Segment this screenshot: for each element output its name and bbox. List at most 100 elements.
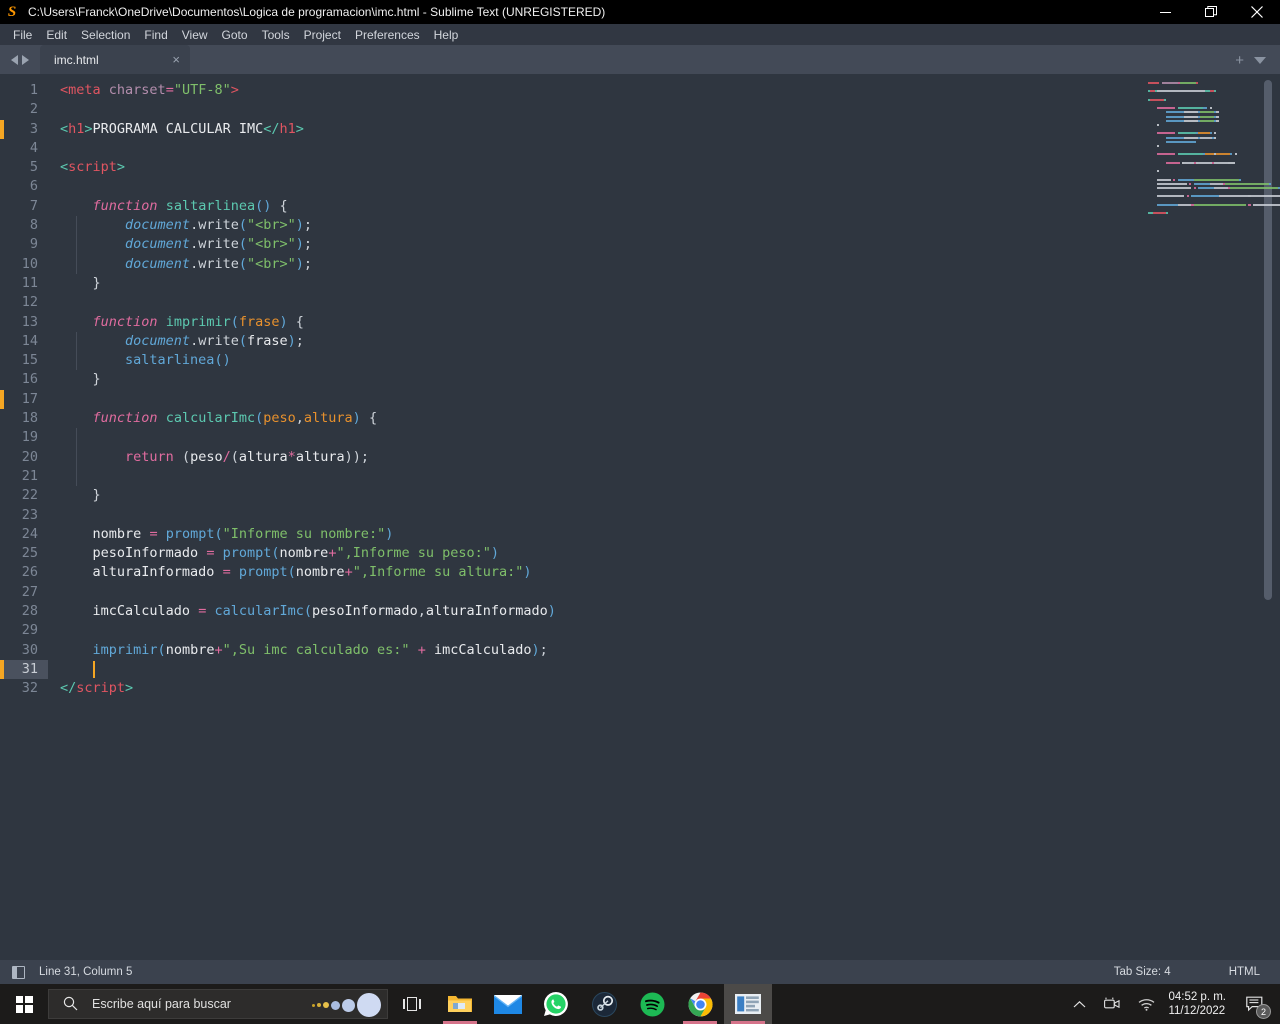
minimap-token bbox=[1230, 153, 1233, 156]
token-ws bbox=[60, 526, 93, 542]
taskbar-app-file-explorer[interactable] bbox=[436, 984, 484, 1024]
code-line[interactable]: } bbox=[48, 486, 1140, 505]
token-var: nombre bbox=[165, 641, 215, 658]
code-line[interactable] bbox=[48, 177, 1140, 196]
chevron-right-icon[interactable] bbox=[22, 54, 29, 65]
new-tab-button[interactable]: + bbox=[1235, 53, 1244, 68]
minimap-token bbox=[1177, 203, 1192, 206]
code-line[interactable]: function imprimir(frase) { bbox=[48, 313, 1140, 332]
menu-item-goto[interactable]: Goto bbox=[215, 26, 255, 44]
code-line[interactable]: pesoInformado = prompt(nombre+",Informe … bbox=[48, 544, 1140, 563]
code-line[interactable] bbox=[48, 660, 1140, 679]
code-line[interactable]: } bbox=[48, 370, 1140, 389]
code-line[interactable] bbox=[48, 100, 1140, 119]
menu-item-help[interactable]: Help bbox=[427, 26, 466, 44]
token-call: prompt bbox=[238, 564, 288, 581]
minimap-token bbox=[1195, 82, 1199, 84]
code-line[interactable] bbox=[48, 467, 1140, 486]
minimap-token bbox=[1184, 115, 1199, 118]
token-var: nombre bbox=[92, 525, 142, 542]
code-line[interactable]: alturaInformado = prompt(nombre+",Inform… bbox=[48, 563, 1140, 582]
tab-nav-arrows[interactable] bbox=[0, 45, 40, 74]
code-line[interactable]: document.write("<br>"); bbox=[48, 235, 1140, 254]
cortana-icon[interactable] bbox=[312, 990, 381, 1018]
tab-bar-actions: + bbox=[1235, 53, 1280, 74]
windows-start-icon[interactable] bbox=[0, 984, 48, 1024]
code-line[interactable] bbox=[48, 293, 1140, 312]
code-line[interactable]: return (peso/(altura*altura)); bbox=[48, 448, 1140, 467]
taskbar-app-mail[interactable] bbox=[484, 984, 532, 1024]
token-ws bbox=[60, 236, 125, 252]
token-call: prompt bbox=[165, 525, 215, 542]
code-line[interactable]: document.write("<br>"); bbox=[48, 216, 1140, 235]
close-icon[interactable]: × bbox=[172, 53, 180, 66]
token-var: PROGRAMA CALCULAR IMC bbox=[92, 120, 264, 137]
code-line[interactable] bbox=[48, 139, 1140, 158]
code-line[interactable]: } bbox=[48, 274, 1140, 293]
code-minimap[interactable] bbox=[1140, 74, 1280, 960]
token-ws bbox=[60, 642, 93, 658]
menu-item-project[interactable]: Project bbox=[297, 26, 348, 44]
editor-pane[interactable]: 1 2 3 4 5 6 7 8 9 10 11 12 13 14 15 16 17 18 19 20 21 22 23 24 2… bbox=[0, 74, 1280, 960]
notification-count-badge: 2 bbox=[1256, 1004, 1271, 1019]
code-line[interactable]: function calcularImc(peso,altura) { bbox=[48, 409, 1140, 428]
code-line[interactable]: function saltarlinea() { bbox=[48, 197, 1140, 216]
close-icon[interactable] bbox=[1234, 0, 1280, 24]
token-var: peso bbox=[190, 448, 223, 465]
code-line[interactable]: imcCalculado = calcularImc(pesoInformado… bbox=[48, 602, 1140, 621]
taskbar-app-sublime-text[interactable] bbox=[724, 984, 772, 1024]
code-line[interactable] bbox=[48, 583, 1140, 602]
minimap-token bbox=[1148, 82, 1160, 84]
code-line[interactable]: nombre = prompt("Informe su nombre:") bbox=[48, 525, 1140, 544]
token-call: ( bbox=[271, 545, 280, 562]
token-tagp: > bbox=[84, 120, 93, 137]
restore-icon[interactable] bbox=[1188, 0, 1234, 24]
minimize-icon[interactable] bbox=[1142, 0, 1188, 24]
chevron-left-icon[interactable] bbox=[11, 54, 18, 65]
code-line[interactable] bbox=[48, 621, 1140, 640]
taskbar-clock[interactable]: 04:52 p. m. 11/12/2022 bbox=[1164, 990, 1236, 1018]
code-line[interactable]: imprimir(nombre+",Su imc calculado es:" … bbox=[48, 641, 1140, 660]
chevron-down-icon[interactable] bbox=[1254, 57, 1266, 64]
minimap-token bbox=[1157, 153, 1176, 156]
code-line[interactable]: <h1>PROGRAMA CALCULAR IMC</h1> bbox=[48, 120, 1140, 139]
taskbar-app-whatsapp[interactable] bbox=[532, 984, 580, 1024]
code-line[interactable]: </script> bbox=[48, 679, 1140, 698]
tab-size-label[interactable]: Tab Size: 4 bbox=[1114, 966, 1171, 978]
code-line[interactable]: <meta charset="UTF-8"> bbox=[48, 81, 1140, 100]
menu-item-preferences[interactable]: Preferences bbox=[348, 26, 427, 44]
menu-item-selection[interactable]: Selection bbox=[74, 26, 137, 44]
code-line[interactable] bbox=[48, 390, 1140, 409]
token-ws bbox=[190, 603, 198, 619]
token-punc: ; bbox=[295, 332, 304, 349]
menu-item-tools[interactable]: Tools bbox=[255, 26, 297, 44]
menu-item-find[interactable]: Find bbox=[137, 26, 174, 44]
camera-icon[interactable] bbox=[1095, 997, 1129, 1011]
code-line[interactable]: document.write("<br>"); bbox=[48, 255, 1140, 274]
menu-item-view[interactable]: View bbox=[175, 26, 215, 44]
taskbar-app-steam[interactable] bbox=[580, 984, 628, 1024]
taskbar-app-spotify[interactable] bbox=[628, 984, 676, 1024]
code-area[interactable]: 1 2 3 4 5 6 7 8 9 10 11 12 13 14 15 16 17 18 19 20 21 22 23 24 2… bbox=[0, 74, 1140, 960]
token-ws bbox=[60, 661, 93, 677]
code-line[interactable]: <script> bbox=[48, 158, 1140, 177]
sidebar-toggle-icon[interactable] bbox=[12, 965, 25, 979]
menu-item-edit[interactable]: Edit bbox=[39, 26, 74, 44]
code-line[interactable]: document.write(frase); bbox=[48, 332, 1140, 351]
task-view-icon[interactable] bbox=[388, 984, 436, 1024]
taskbar-app-google-chrome[interactable] bbox=[676, 984, 724, 1024]
syntax-label[interactable]: HTML bbox=[1229, 966, 1260, 978]
code-content[interactable]: <meta charset="UTF-8"> <h1>PROGRAMA CALCU… bbox=[48, 74, 1140, 960]
minimap-scrollbar[interactable] bbox=[1264, 80, 1272, 600]
wifi-icon[interactable] bbox=[1129, 998, 1164, 1011]
search-input[interactable]: Escribe aquí para buscar bbox=[48, 989, 388, 1019]
tab-imc-html[interactable]: imc.html × bbox=[40, 45, 190, 74]
line-number: 20 bbox=[21, 448, 38, 465]
chevron-up-icon[interactable] bbox=[1064, 1000, 1095, 1009]
menu-item-file[interactable]: File bbox=[6, 26, 39, 44]
code-line[interactable]: saltarlinea() bbox=[48, 351, 1140, 370]
token-punc: } bbox=[92, 274, 101, 291]
code-line[interactable] bbox=[48, 506, 1140, 525]
notification-icon[interactable]: 2 bbox=[1236, 984, 1274, 1024]
code-line[interactable] bbox=[48, 428, 1140, 447]
